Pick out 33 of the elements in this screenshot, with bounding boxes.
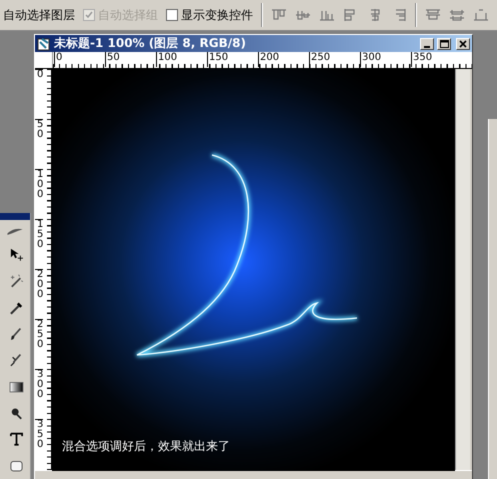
checkbox-label[interactable]: 显示变换控件 (181, 6, 253, 24)
ruler-label: 50 (105, 52, 156, 67)
ruler-label: 250 (309, 52, 360, 67)
align-icon[interactable] (319, 8, 335, 22)
ruler-label: 350 (411, 52, 462, 67)
document-icon (37, 36, 51, 50)
close-button[interactable] (456, 38, 470, 50)
ruler-label: 100 (35, 169, 44, 219)
minimize-icon (424, 46, 430, 48)
vertical-scrollbar[interactable] (455, 69, 470, 470)
checkbox[interactable] (166, 9, 178, 21)
ruler-label: 50 (35, 119, 44, 169)
toolbox-title-bar (0, 213, 30, 220)
ruler-label: 0 (54, 52, 105, 67)
ruler-label: 100 (156, 52, 207, 67)
ruler-label: 150 (207, 52, 258, 67)
ruler-label: 200 (258, 52, 309, 67)
maximize-icon (440, 40, 448, 48)
ruler-label: 0 (35, 69, 44, 119)
close-icon (459, 40, 467, 48)
align-icon[interactable] (271, 8, 287, 22)
ruler-label: 150 (35, 219, 44, 269)
distribute-icon[interactable] (473, 8, 489, 22)
type-tool-icon[interactable] (7, 431, 26, 448)
distribute-icon[interactable] (449, 8, 465, 22)
minimize-button[interactable] (420, 38, 434, 50)
align-icon[interactable] (295, 8, 311, 22)
caption-text: 混合选项调好后，效果就出来了 (62, 438, 230, 455)
document-title: 未标题-1 100% (图层 8, RGB/8) (54, 35, 247, 52)
ruler-label: 300 (360, 52, 411, 67)
distribute-icon[interactable] (425, 8, 441, 22)
option-label: 自动选择图层 (3, 6, 75, 24)
maximize-button[interactable] (437, 38, 451, 50)
